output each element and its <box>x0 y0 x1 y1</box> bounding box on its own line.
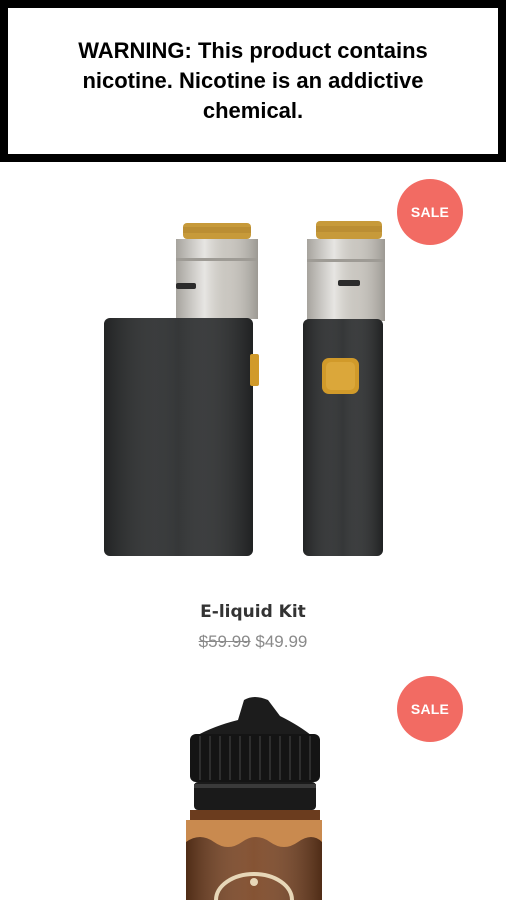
sale-badge: SALE <box>397 179 463 245</box>
sale-badge: SALE <box>397 676 463 742</box>
nicotine-warning-banner: WARNING: This product contains nicotine.… <box>0 0 506 162</box>
product-price: $59.99 $49.99 <box>0 632 506 652</box>
sale-price: $49.99 <box>255 632 308 651</box>
product-title[interactable]: E-liquid Kit <box>0 602 506 622</box>
original-price: $59.99 <box>198 632 251 651</box>
product-card[interactable]: SALE <box>0 672 506 900</box>
warning-text: WARNING: This product contains nicotine.… <box>78 38 428 123</box>
product-card[interactable]: SALE E-liquid Kit $59.99 $49.99 <box>0 162 506 672</box>
